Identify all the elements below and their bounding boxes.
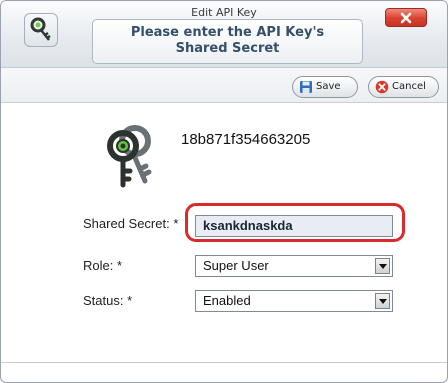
role-selected-value: Super User [203,258,269,273]
status-selected-value: Enabled [203,293,251,308]
cancel-icon [375,80,389,94]
required-marker: * [173,216,179,231]
chevron-down-icon [379,299,387,304]
status-dropdown-button[interactable] [375,293,390,309]
instruction-banner: Please enter the API Key's Shared Secret [92,19,363,64]
shared-secret-input[interactable]: ksankdnaskda [195,215,393,237]
role-select[interactable]: Super User [195,255,393,277]
edit-api-key-dialog: Edit API Key Please enter the API Key's … [0,0,448,383]
chevron-down-icon [379,264,387,269]
status-label-text: Status: [83,293,124,308]
role-dropdown-button[interactable] [375,258,390,274]
instruction-line-2: Shared Secret [175,41,280,56]
api-key-id: 18b871f354663205 [181,131,311,148]
cancel-button-label: Cancel [392,81,426,92]
window-title: Edit API Key [191,6,257,19]
required-marker: * [127,293,133,308]
keys-icon [107,125,152,188]
shared-secret-label-text: Shared Secret: [83,216,170,231]
shared-secret-label: Shared Secret: * [83,216,178,231]
title-bar: Edit API Key Please enter the API Key's … [1,1,447,68]
role-label: Role: * [83,258,122,273]
save-button[interactable]: Save [292,76,358,98]
status-label: Status: * [83,293,132,308]
toolbar: Save Cancel [1,68,447,103]
close-button[interactable] [385,8,427,27]
role-label-text: Role: [83,258,114,273]
required-marker: * [116,258,123,273]
api-key-icon [24,13,58,47]
instruction-line-1: Please enter the API Key's [130,25,325,40]
status-select[interactable]: Enabled [195,290,393,312]
close-icon [400,12,412,24]
floppy-disk-icon [300,81,312,93]
save-button-label: Save [316,81,341,92]
cancel-button[interactable]: Cancel [368,76,439,98]
footer-divider [1,362,447,363]
